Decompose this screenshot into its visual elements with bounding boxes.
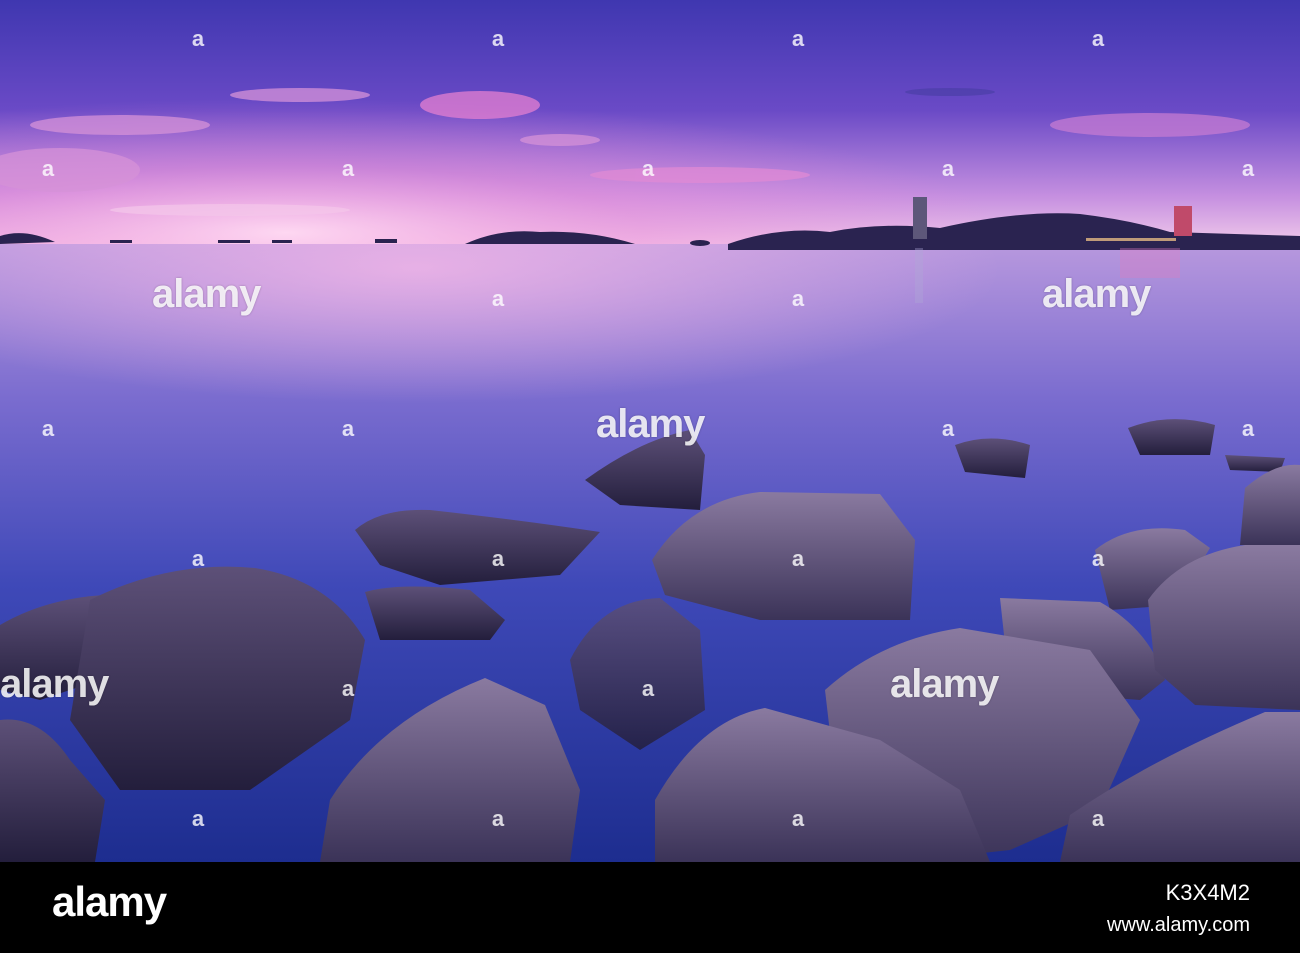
watermark-logo: alamy [0, 662, 109, 706]
watermark-mark: a [941, 156, 955, 181]
watermark-mark: a [791, 286, 805, 311]
watermark-mark: a [1241, 416, 1255, 441]
watermark-mark: a [341, 676, 355, 701]
watermark-mark: a [491, 26, 505, 51]
watermark-mark: a [791, 26, 805, 51]
footer-bar: alamy K3X4M2 www.alamy.com [0, 862, 1300, 953]
watermark-mark: a [191, 26, 205, 51]
watermark-mark: a [491, 286, 505, 311]
watermark-mark: a [41, 416, 55, 441]
photo-frame: a a a a a a a a a a a a a a a a a a a a … [0, 0, 1300, 953]
watermark-mark: a [41, 156, 55, 181]
image-id: K3X4M2 [1165, 880, 1250, 905]
footer-url: www.alamy.com [1107, 914, 1250, 936]
watermark-mark: a [191, 806, 205, 831]
footer-logo: alamy [52, 878, 167, 925]
watermark-mark: a [641, 676, 655, 701]
watermark-logo: alamy [596, 402, 705, 446]
watermark-mark: a [941, 416, 955, 441]
watermark-mark: a [1091, 26, 1105, 51]
watermark-logo: alamy [890, 662, 999, 706]
watermark-mark: a [491, 546, 505, 571]
watermark-mark: a [191, 546, 205, 571]
watermark-logo: alamy [152, 272, 261, 316]
watermark-mark: a [491, 806, 505, 831]
watermark-mark: a [1091, 806, 1105, 831]
watermark-mark: a [1091, 546, 1105, 571]
watermark-mark: a [341, 156, 355, 181]
watermark-mark: a [1241, 156, 1255, 181]
watermark-mark: a [341, 416, 355, 441]
watermark-logo: alamy [1042, 272, 1151, 316]
watermark-mark: a [791, 806, 805, 831]
watermark-mark: a [791, 546, 805, 571]
watermark-mark: a [641, 156, 655, 181]
